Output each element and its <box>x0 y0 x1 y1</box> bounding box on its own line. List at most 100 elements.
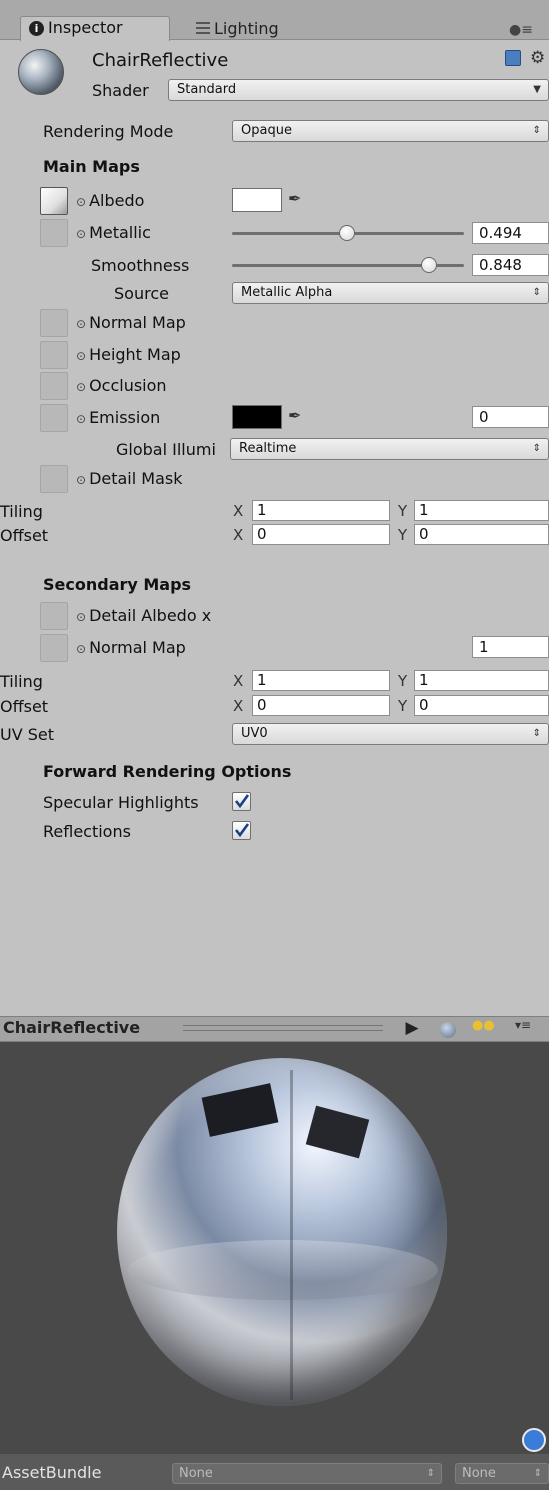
tab-lighting[interactable]: Lighting <box>188 18 338 40</box>
asset-bundle-name-value: None <box>179 1466 213 1481</box>
eyedropper-icon[interactable]: ✒ <box>288 189 301 208</box>
secondary-offset-x-field[interactable]: 0 <box>252 695 390 716</box>
rendering-mode-dropdown[interactable]: Opaque ⇕ <box>232 120 549 142</box>
albedo-color-swatch[interactable] <box>232 188 282 212</box>
tab-inspector[interactable]: i Inspector <box>20 16 170 41</box>
object-picker-icon[interactable]: ⊙ <box>76 380 86 394</box>
metallic-value-field[interactable]: 0.494 <box>472 222 549 244</box>
metallic-label: Metallic <box>89 223 151 242</box>
secondary-tiling-y-label: Y <box>398 672 408 690</box>
main-offset-x-field[interactable]: 0 <box>252 524 390 545</box>
detail-mask-label: Detail Mask <box>89 469 183 488</box>
uv-set-dropdown[interactable]: UV0 ⇕ <box>232 723 549 745</box>
object-picker-icon[interactable]: ⊙ <box>76 317 86 331</box>
main-tiling-label: Tiling <box>0 502 43 521</box>
shader-dropdown[interactable]: Standard ▼ <box>168 79 549 101</box>
emission-color-swatch[interactable] <box>232 405 282 429</box>
occlusion-row: ⊙ Occlusion <box>76 376 167 395</box>
menu-icon[interactable]: ▾≡ <box>515 1018 531 1040</box>
help-icon[interactable] <box>505 50 521 66</box>
lock-icon[interactable]: ●≡ <box>509 22 533 38</box>
emission-label: Emission <box>89 408 161 427</box>
updown-arrow-icon: ⇕ <box>533 1468 542 1479</box>
secondary-tiling-y-field[interactable]: 1 <box>414 670 549 691</box>
object-picker-icon[interactable]: ⊙ <box>76 195 86 209</box>
forward-rendering-heading: Forward Rendering Options <box>43 762 292 781</box>
object-picker-icon[interactable]: ⊙ <box>76 227 86 241</box>
sphere-reflection-band <box>128 1240 438 1300</box>
main-tiling-x-label: X <box>233 502 244 520</box>
object-picker-icon[interactable]: ⊙ <box>76 610 86 624</box>
detail-mask-texture-slot[interactable] <box>40 465 68 493</box>
smoothness-slider-handle[interactable] <box>420 257 437 273</box>
metallic-row: ⊙ Metallic <box>76 223 151 242</box>
tab-lighting-label: Lighting <box>214 19 279 38</box>
albedo-texture-slot[interactable] <box>40 187 68 215</box>
lighting-grid-icon <box>196 22 210 34</box>
object-picker-icon[interactable]: ⊙ <box>76 412 86 426</box>
specular-highlights-checkbox[interactable] <box>232 792 251 811</box>
lights-icon[interactable]: ●● <box>472 1018 495 1040</box>
object-picker-icon[interactable]: ⊙ <box>76 473 86 487</box>
secondary-offset-x-label: X <box>233 697 244 715</box>
normal-map-row: ⊙ Normal Map <box>76 313 186 332</box>
normal-map-texture-slot[interactable] <box>40 309 68 337</box>
reflections-label: Reflections <box>43 822 131 841</box>
specular-highlights-label: Specular Highlights <box>43 793 199 812</box>
height-map-label: Height Map <box>89 345 181 364</box>
updown-arrow-icon: ⇕ <box>532 443 541 454</box>
source-dropdown[interactable]: Metallic Alpha ⇕ <box>232 282 549 304</box>
albedo-label: Albedo <box>89 191 145 210</box>
source-label: Source <box>114 284 169 303</box>
secondary-tiling-x-label: X <box>233 672 244 690</box>
main-tiling-y-field[interactable]: 1 <box>414 500 549 521</box>
metallic-texture-slot[interactable] <box>40 219 68 247</box>
secondary-normal-map-label: Normal Map <box>89 638 186 657</box>
updown-arrow-icon: ⇕ <box>532 728 541 739</box>
secondary-tiling-label: Tiling <box>0 672 43 691</box>
info-icon: i <box>29 21 44 36</box>
shader-label: Shader <box>92 81 149 100</box>
secondary-offset-y-label: Y <box>398 697 408 715</box>
secondary-normal-map-scale-field[interactable]: 1 <box>472 636 549 658</box>
rendering-mode-label: Rendering Mode <box>43 122 174 141</box>
eyedropper-icon[interactable]: ✒ <box>288 406 301 425</box>
object-picker-icon[interactable]: ⊙ <box>76 349 86 363</box>
height-map-texture-slot[interactable] <box>40 341 68 369</box>
secondary-tiling-x-field[interactable]: 1 <box>252 670 390 691</box>
secondary-normal-map-texture-slot[interactable] <box>40 634 68 662</box>
metallic-slider-handle[interactable] <box>338 225 355 241</box>
main-tiling-y-label: Y <box>398 502 408 520</box>
gear-icon[interactable]: ⚙ <box>530 48 545 68</box>
dropdown-arrow-icon: ▼ <box>533 84 541 95</box>
main-tiling-x-field[interactable]: 1 <box>252 500 390 521</box>
secondary-maps-heading: Secondary Maps <box>43 575 192 594</box>
secondary-offset-y-field[interactable]: 0 <box>414 695 549 716</box>
asset-bundle-variant-value: None <box>462 1466 496 1481</box>
sphere-preview-icon[interactable] <box>440 1022 456 1038</box>
tag-icon[interactable] <box>522 1428 546 1452</box>
main-offset-y-field[interactable]: 0 <box>414 524 549 545</box>
global-illumination-dropdown[interactable]: Realtime ⇕ <box>230 438 549 460</box>
emission-value-field[interactable]: 0 <box>472 406 549 428</box>
asset-bundle-variant-dropdown[interactable]: None ⇕ <box>455 1463 549 1484</box>
main-offset-y-label: Y <box>398 526 408 544</box>
object-picker-icon[interactable]: ⊙ <box>76 642 86 656</box>
occlusion-texture-slot[interactable] <box>40 372 68 400</box>
detail-albedo-row: ⊙ Detail Albedo x <box>76 606 211 625</box>
preview-drag-handle[interactable] <box>183 1025 383 1031</box>
play-icon[interactable]: ▶ <box>394 1018 430 1040</box>
smoothness-value-field[interactable]: 0.848 <box>472 254 549 276</box>
asset-bundle-name-dropdown[interactable]: None ⇕ <box>172 1463 442 1484</box>
updown-arrow-icon: ⇕ <box>532 125 541 136</box>
height-map-row: ⊙ Height Map <box>76 345 181 364</box>
global-illumination-value: Realtime <box>239 441 297 456</box>
emission-texture-slot[interactable] <box>40 404 68 432</box>
reflections-checkbox[interactable] <box>232 821 251 840</box>
detail-albedo-texture-slot[interactable] <box>40 602 68 630</box>
checkmark-icon <box>234 823 250 838</box>
global-illumination-label: Global Illumi <box>116 440 216 459</box>
updown-arrow-icon: ⇕ <box>532 287 541 298</box>
material-thumbnail <box>18 49 64 95</box>
asset-bundle-label: AssetBundle <box>2 1463 102 1482</box>
